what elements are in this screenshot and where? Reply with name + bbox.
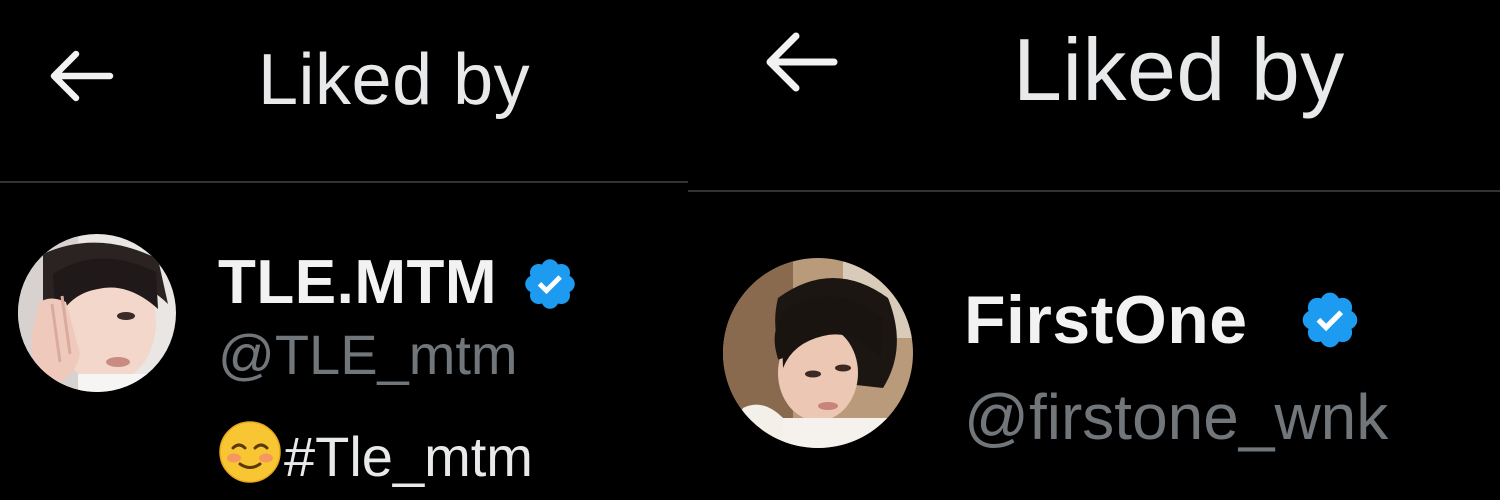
user-bio: #Tle_mtm	[218, 420, 533, 500]
bio-hashtag[interactable]: #Tle_mtm	[284, 425, 533, 488]
liked-by-panel-left: Liked by TLE.MTM @TLE_mtm #Tle_mtm	[0, 0, 688, 500]
user-cell[interactable]: TLE.MTM @TLE_mtm #Tle_mtm	[0, 0, 688, 500]
avatar-photo	[18, 234, 176, 392]
verified-badge-icon	[1298, 288, 1362, 352]
user-handle: @TLE_mtm	[218, 323, 518, 386]
avatar[interactable]	[18, 234, 176, 392]
avatar[interactable]	[723, 258, 913, 448]
display-name: TLE.MTM	[218, 248, 497, 317]
verified-badge-icon	[521, 255, 579, 313]
smiling-face-emoji-icon	[218, 420, 282, 500]
user-cell[interactable]: FirstOne @firstone_wnk	[688, 0, 1500, 500]
user-handle: @firstone_wnk	[964, 381, 1389, 453]
display-name: FirstOne	[964, 282, 1248, 358]
avatar-photo	[723, 258, 913, 448]
liked-by-panel-right: Liked by FirstOne @firstone_wnk	[688, 0, 1500, 500]
